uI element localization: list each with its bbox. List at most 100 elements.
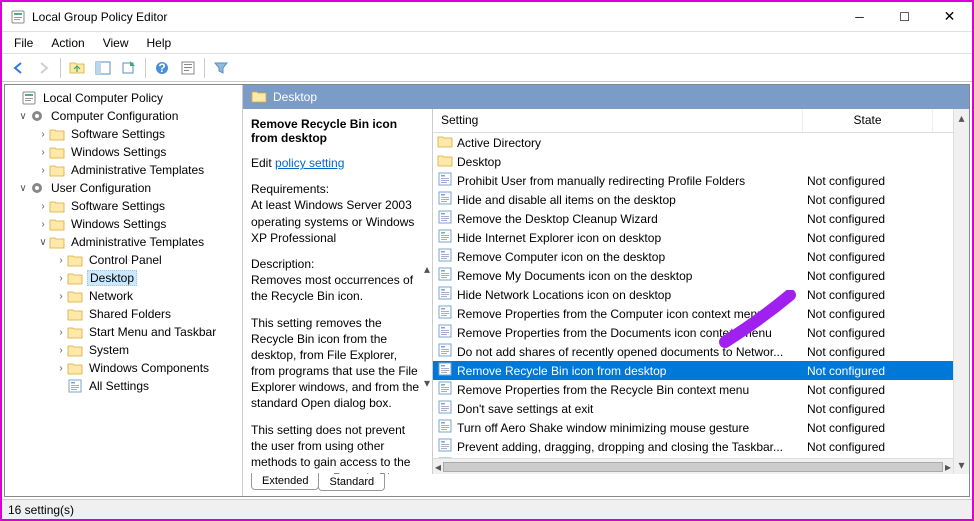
folder-icon (67, 342, 83, 358)
folder-icon (49, 216, 65, 232)
status-bar: 16 setting(s) (2, 499, 972, 519)
tree-desktop[interactable]: ›Desktop (5, 269, 242, 287)
show-hide-tree-button[interactable] (91, 56, 115, 80)
list-item[interactable]: Remove Properties from the Computer icon… (433, 304, 953, 323)
nav-tree[interactable]: Local Computer Policy ∨Computer Configur… (5, 85, 243, 496)
setting-icon (437, 266, 453, 285)
tree-root[interactable]: Local Computer Policy (5, 89, 242, 107)
properties-button[interactable] (176, 56, 200, 80)
tree-cc-windows[interactable]: ›Windows Settings (5, 143, 242, 161)
folder-icon (49, 144, 65, 160)
edit-policy-link[interactable]: policy setting (275, 156, 344, 170)
export-button[interactable] (117, 56, 141, 80)
setting-icon (437, 247, 453, 266)
menu-action[interactable]: Action (43, 34, 92, 52)
list-item[interactable]: Don't save settings at exitNot configure… (433, 399, 953, 418)
list-item[interactable]: Turn off Aero Shake window minimizing mo… (433, 418, 953, 437)
list-item[interactable]: Prohibit User from manually redirecting … (433, 171, 953, 190)
folder-icon (49, 198, 65, 214)
tree-user-config[interactable]: ∨User Configuration (5, 179, 242, 197)
forward-button[interactable] (32, 56, 56, 80)
app-icon (10, 9, 26, 25)
folder-icon (251, 89, 267, 106)
menu-view[interactable]: View (95, 34, 137, 52)
window-title: Local Group Policy Editor (32, 10, 837, 24)
setting-icon (437, 228, 453, 247)
close-button[interactable]: ✕ (927, 2, 972, 32)
tree-windows-components[interactable]: ›Windows Components (5, 359, 242, 377)
menu-help[interactable]: Help (139, 34, 180, 52)
up-button[interactable] (65, 56, 89, 80)
list-item[interactable]: Hide and disable all items on the deskto… (433, 190, 953, 209)
tree-shared-folders[interactable]: Shared Folders (5, 305, 242, 323)
list-item[interactable]: Hide Internet Explorer icon on desktopNo… (433, 228, 953, 247)
location-header: Desktop (243, 85, 969, 109)
list-item[interactable]: Remove the Desktop Cleanup WizardNot con… (433, 209, 953, 228)
menubar: File Action View Help (2, 32, 972, 54)
list-item[interactable]: Prevent adding, dragging, dropping and c… (433, 437, 953, 456)
list-item[interactable]: Desktop (433, 152, 953, 171)
setting-icon (437, 209, 453, 228)
toolbar: ? (2, 54, 972, 82)
tree-all-settings[interactable]: All Settings (5, 377, 242, 395)
view-tabs: Extended Standard (243, 474, 969, 496)
list-item[interactable]: Remove Recycle Bin icon from desktopNot … (433, 361, 953, 380)
back-button[interactable] (6, 56, 30, 80)
tab-extended[interactable]: Extended (251, 473, 319, 490)
tree-uc-admin[interactable]: ∨Administrative Templates (5, 233, 242, 251)
tree-cc-software[interactable]: ›Software Settings (5, 125, 242, 143)
list-item[interactable]: Remove Properties from the Recycle Bin c… (433, 380, 953, 399)
col-state[interactable]: State (803, 109, 933, 132)
maximize-button[interactable]: ☐ (882, 2, 927, 32)
folder-icon (67, 252, 83, 268)
folder-icon (67, 306, 83, 322)
list-item[interactable]: Do not add shares of recently opened doc… (433, 342, 953, 361)
list-item[interactable]: Hide Network Locations icon on desktopNo… (433, 285, 953, 304)
tree-cc-admin[interactable]: ›Administrative Templates (5, 161, 242, 179)
setting-title: Remove Recycle Bin icon from desktop (251, 117, 424, 145)
folder-icon (49, 234, 65, 250)
tree-network[interactable]: ›Network (5, 287, 242, 305)
list-item[interactable]: Remove My Documents icon on the desktopN… (433, 266, 953, 285)
titlebar: Local Group Policy Editor ─ ☐ ✕ (2, 2, 972, 32)
h-scrollbar[interactable]: ◂▸ (433, 458, 953, 474)
setting-icon (437, 323, 453, 342)
list-item[interactable]: Remove Computer icon on the desktopNot c… (433, 247, 953, 266)
folder-icon (49, 162, 65, 178)
tree-system[interactable]: ›System (5, 341, 242, 359)
tree-uc-windows[interactable]: ›Windows Settings (5, 215, 242, 233)
setting-icon (437, 361, 453, 380)
menu-file[interactable]: File (6, 34, 41, 52)
v-scrollbar[interactable]: ▴▾ (953, 109, 969, 474)
list-item[interactable]: Remove Properties from the Documents ico… (433, 323, 953, 342)
gear-icon (29, 180, 45, 196)
detail-pane: Remove Recycle Bin icon from desktop Edi… (243, 109, 433, 474)
folder-icon (437, 134, 453, 151)
tree-start-menu[interactable]: ›Start Menu and Taskbar (5, 323, 242, 341)
tree-computer-config[interactable]: ∨Computer Configuration (5, 107, 242, 125)
setting-icon (437, 285, 453, 304)
list-item[interactable]: Active Directory (433, 133, 953, 152)
setting-icon (437, 437, 453, 456)
folder-icon (67, 270, 83, 286)
setting-icon (67, 378, 83, 394)
status-text: 16 setting(s) (8, 503, 74, 517)
settings-list[interactable]: Active DirectoryDesktopProhibit User fro… (433, 133, 953, 458)
setting-icon (437, 171, 453, 190)
location-label: Desktop (273, 90, 317, 104)
setting-icon (437, 399, 453, 418)
gear-icon (29, 108, 45, 124)
svg-text:?: ? (158, 61, 165, 75)
filter-button[interactable] (209, 56, 233, 80)
setting-icon (437, 342, 453, 361)
setting-icon (437, 304, 453, 323)
col-setting[interactable]: Setting (433, 109, 803, 132)
minimize-button[interactable]: ─ (837, 2, 882, 32)
tab-standard[interactable]: Standard (318, 474, 385, 491)
list-header[interactable]: Setting State (433, 109, 953, 133)
folder-icon (67, 324, 83, 340)
tree-control-panel[interactable]: ›Control Panel (5, 251, 242, 269)
help-button[interactable]: ? (150, 56, 174, 80)
detail-scroll[interactable]: ▴▾ (424, 262, 430, 390)
tree-uc-software[interactable]: ›Software Settings (5, 197, 242, 215)
